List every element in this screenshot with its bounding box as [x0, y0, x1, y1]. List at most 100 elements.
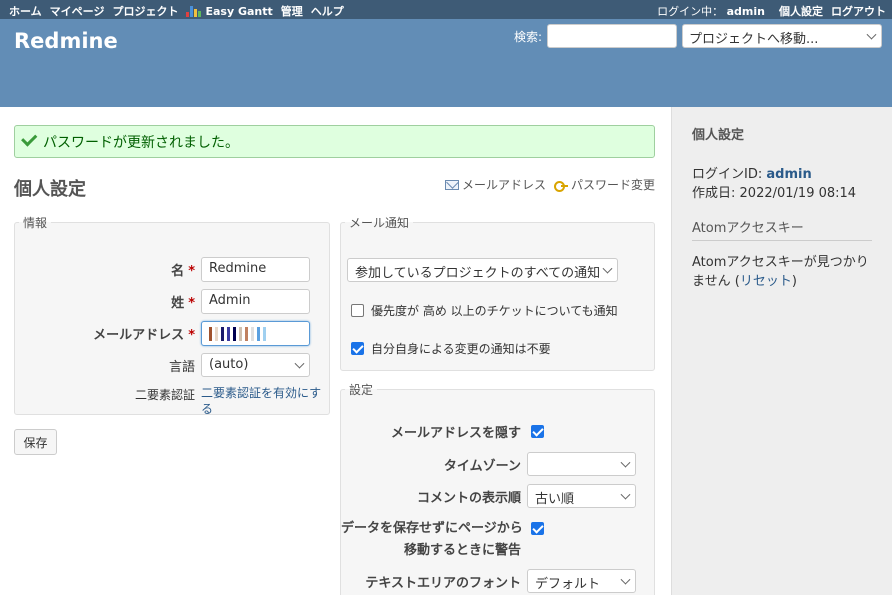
- mail-notification-select[interactable]: 参加しているプロジェクトのすべての通知: [347, 258, 618, 282]
- sidebar-created: 作成日: 2022/01/19 08:14: [692, 184, 872, 203]
- hide-mail-checkbox[interactable]: [531, 425, 544, 438]
- sidebar-login-value[interactable]: admin: [766, 167, 811, 182]
- chevron-down-icon: [620, 457, 631, 468]
- email-addresses-link-label: メールアドレス: [461, 178, 546, 192]
- menu-easy-gantt-label: Easy Gantt: [205, 4, 273, 18]
- sidebar-created-label: 作成日:: [692, 186, 736, 201]
- gantt-chart-icon: [186, 6, 202, 17]
- comments-order-row: コメントの表示順 古い順: [341, 484, 636, 508]
- menu-my-account[interactable]: 個人設定: [779, 3, 823, 19]
- mail-notification-value: 参加しているプロジェクトのすべての通知: [355, 266, 601, 281]
- comments-order-value: 古い順: [535, 492, 575, 507]
- logged-as: ログイン中： admin: [657, 3, 765, 19]
- warn-on-leaving-checkbox[interactable]: [531, 522, 544, 535]
- atom-heading: Atomアクセスキー: [692, 217, 872, 241]
- key-icon: [553, 180, 568, 192]
- language-label: 言語: [168, 359, 195, 375]
- mail-input[interactable]: [201, 321, 310, 346]
- menu-home[interactable]: ホーム: [9, 3, 42, 19]
- flash-notice-text: パスワードが更新されました。: [43, 134, 239, 151]
- mail-label: メールアドレス *: [93, 328, 195, 343]
- comments-order-label: コメントの表示順: [416, 490, 521, 506]
- sidebar-login: ログインID: admin: [692, 165, 872, 184]
- hide-mail-label: メールアドレスを隠す: [390, 426, 521, 441]
- lastname-input[interactable]: Admin: [201, 289, 310, 314]
- menu-admin[interactable]: 管理: [281, 3, 303, 19]
- sidebar: 個人設定 ログインID: admin 作成日: 2022/01/19 08:14…: [671, 107, 892, 595]
- mail-notification-box: メール通知 参加しているプロジェクトのすべての通知 優先度が 高め 以上のチケッ…: [340, 214, 655, 371]
- language-row: 言語 (auto): [15, 353, 310, 377]
- change-password-link[interactable]: パスワード変更: [553, 176, 655, 193]
- timezone-row: タイムゾーン: [341, 452, 636, 476]
- notification-select-row: 参加しているプロジェクトのすべての通知: [347, 258, 618, 282]
- no-self-notified-label: 自分自身による変更の通知は不要: [371, 342, 551, 356]
- contextual-links: メールアドレス パスワード変更: [444, 176, 655, 193]
- sidebar-login-label: ログインID:: [692, 167, 763, 182]
- mail-notification-legend: メール通知: [349, 216, 410, 230]
- menu-my-page[interactable]: マイページ: [50, 3, 105, 19]
- save-button[interactable]: 保存: [14, 429, 57, 455]
- chevron-down-icon: [866, 29, 877, 40]
- chevron-down-icon: [294, 358, 305, 369]
- chevron-down-icon: [620, 489, 631, 500]
- warn-on-leaving-label: データを保存せずにページから移動するときに警告: [341, 518, 523, 562]
- preferences-box: 設定 メールアドレスを隠す タイムゾーン コメントの表示順 古い順 データを保存…: [340, 381, 655, 595]
- chevron-down-icon: [620, 574, 631, 585]
- quick-search: 検索: プロジェクトへ移動...: [514, 24, 882, 48]
- check-icon: [21, 129, 38, 147]
- email-addresses-link[interactable]: メールアドレス: [444, 176, 546, 193]
- warn-on-leaving-label-line1: データを保存せずにページから: [341, 521, 523, 536]
- high-priority-row: 優先度が 高め 以上のチケットについても通知: [351, 302, 618, 319]
- no-self-notified-row: 自分自身による変更の通知は不要: [351, 340, 551, 357]
- project-jump-select[interactable]: プロジェクトへ移動...: [682, 24, 882, 48]
- menu-projects[interactable]: プロジェクト: [112, 3, 178, 19]
- search-label: 検索:: [513, 29, 542, 44]
- menu-easy-gantt[interactable]: Easy Gantt: [186, 4, 273, 18]
- textarea-font-value: デフォルト: [535, 577, 601, 592]
- textarea-font-row: テキストエリアのフォント デフォルト: [341, 569, 636, 593]
- no-self-notified-checkbox[interactable]: [351, 342, 364, 355]
- high-priority-label: 優先度が 高め 以上のチケットについても通知: [371, 304, 618, 318]
- menu-logout[interactable]: ログアウト: [831, 3, 886, 19]
- high-priority-checkbox[interactable]: [351, 304, 364, 317]
- page-title: 個人設定: [14, 179, 86, 200]
- project-jump-label: プロジェクトへ移動...: [689, 32, 819, 47]
- textarea-font-label: テキストエリアのフォント: [365, 575, 521, 591]
- mail-row: メールアドレス *: [15, 321, 310, 346]
- timezone-select[interactable]: [527, 452, 636, 476]
- firstname-input[interactable]: Redmine: [201, 257, 310, 282]
- site-title[interactable]: Redmine: [14, 29, 118, 53]
- menu-help[interactable]: ヘルプ: [311, 3, 344, 19]
- preferences-legend: 設定: [349, 383, 374, 397]
- language-select-value: (auto): [209, 357, 249, 372]
- atom-key-status: Atomアクセスキーが見つかりません (リセット): [692, 255, 869, 289]
- logged-as-user[interactable]: admin: [727, 5, 765, 18]
- info-legend: 情報: [23, 216, 48, 230]
- textarea-font-select[interactable]: デフォルト: [527, 569, 636, 593]
- top-menu: ホーム マイページ プロジェクト Easy Gantt 管理 ヘルプ ログイン中…: [0, 0, 892, 19]
- comments-order-select[interactable]: 古い順: [527, 484, 636, 508]
- twofa-enable-link[interactable]: 二要素認証を有効にする: [201, 385, 323, 417]
- atom-reset-link[interactable]: リセット: [740, 274, 792, 289]
- flash-notice: パスワードが更新されました。: [14, 125, 655, 158]
- obscured-mail-value: [209, 325, 302, 342]
- chevron-down-icon: [602, 263, 613, 274]
- header: Redmine 検索: プロジェクトへ移動...: [0, 19, 892, 107]
- warn-on-leaving-label-line2: 移動するときに警告: [403, 543, 521, 558]
- lastname-row: 姓 * Admin: [15, 289, 310, 314]
- info-box: 情報 名 * Redmine 姓 * Admin メールアドレス * 言語 (auto…: [14, 214, 330, 417]
- firstname-label: 名 *: [171, 264, 195, 279]
- logged-as-prefix: ログイン中：: [657, 5, 724, 18]
- twofa-label: 二要素認証: [134, 388, 195, 402]
- firstname-row: 名 * Redmine: [15, 257, 310, 282]
- sidebar-title: 個人設定: [692, 128, 745, 143]
- email-icon: [444, 179, 459, 190]
- lastname-label: 姓 *: [171, 296, 195, 311]
- warn-on-leaving-row: データを保存せずにページから移動するときに警告: [341, 518, 544, 562]
- timezone-label: タイムゾーン: [443, 458, 521, 474]
- search-input[interactable]: [547, 24, 677, 48]
- hide-mail-row: メールアドレスを隠す: [341, 422, 544, 441]
- language-select[interactable]: (auto): [201, 353, 310, 377]
- twofa-row: 二要素認証 二要素認証を有効にする: [15, 385, 323, 417]
- sidebar-created-value: 2022/01/19 08:14: [739, 186, 857, 201]
